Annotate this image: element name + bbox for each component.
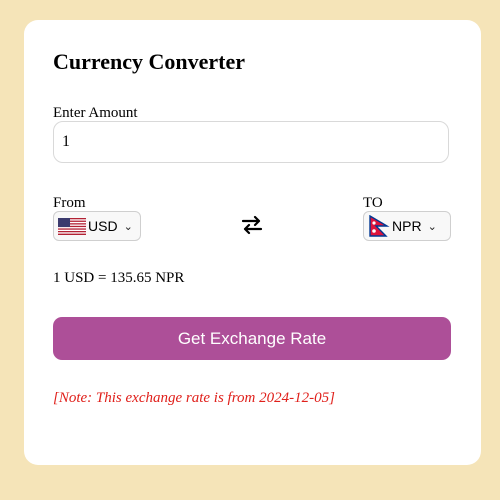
to-currency-select[interactable]: NPR ⌄ (363, 211, 451, 241)
to-currency-code: NPR (392, 218, 422, 234)
converter-card: Currency Converter Enter Amount From USD… (24, 20, 481, 465)
nepal-flag-icon (369, 215, 390, 237)
conversion-result: 1 USD = 135.65 NPR (53, 270, 185, 286)
from-currency-code: USD (88, 218, 118, 234)
chevron-down-icon: ⌄ (427, 220, 437, 233)
get-exchange-rate-button[interactable]: Get Exchange Rate (53, 317, 451, 360)
amount-label: Enter Amount (53, 105, 138, 121)
to-label: TO (363, 195, 383, 211)
swap-arrows-icon (241, 215, 263, 235)
exchange-rate-note: [Note: This exchange rate is from 2024-1… (53, 390, 335, 406)
from-currency-select[interactable]: USD ⌄ (53, 211, 141, 241)
us-flag-icon (58, 217, 86, 235)
amount-input[interactable] (53, 121, 449, 163)
page-title: Currency Converter (53, 49, 246, 74)
chevron-down-icon: ⌄ (123, 220, 133, 233)
from-label: From (53, 195, 86, 211)
swap-icon[interactable] (237, 208, 267, 242)
